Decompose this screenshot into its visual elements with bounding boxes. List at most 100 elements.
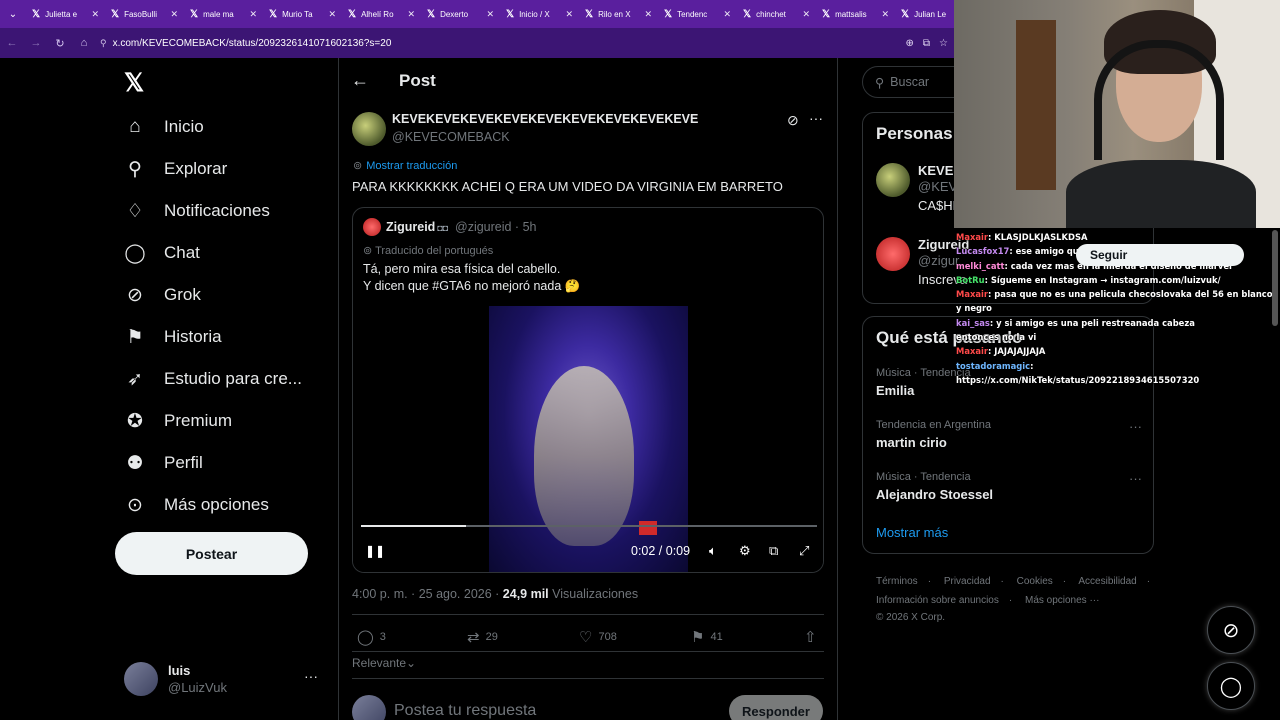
chevron-down-icon: ⌄: [406, 656, 417, 670]
nav-item-más[interactable]: ⊙ Más opciones: [124, 490, 269, 520]
x-logo-icon[interactable]: 𝕏: [124, 68, 144, 98]
reply-action[interactable]: ◯ 3: [357, 628, 386, 646]
more-icon[interactable]: ···: [304, 668, 318, 684]
fullscreen-icon[interactable]: ⤢: [799, 543, 809, 559]
account-switcher[interactable]: luis @LuizVuk ···: [124, 662, 324, 696]
browser-tab[interactable]: 𝕏mattsalis ✕: [816, 0, 895, 28]
tab-list-chevron-icon[interactable]: ⌄: [0, 0, 26, 28]
browser-tab[interactable]: 𝕏 Julietta e ✕: [26, 0, 105, 28]
close-icon[interactable]: ✕: [170, 9, 178, 20]
sort-replies[interactable]: Relevante⌄: [352, 656, 416, 670]
close-icon[interactable]: ✕: [644, 9, 652, 20]
nav-item-inicio[interactable]: ⌂ Inicio: [124, 112, 203, 142]
post-timestamp[interactable]: 4:00 p. m. · 25 ago. 2026 ·: [352, 587, 503, 601]
volume-icon[interactable]: 🔈︎: [709, 543, 717, 559]
bookmark-star-icon[interactable]: ☆: [939, 38, 948, 49]
forward-arrow-icon[interactable]: →: [24, 28, 48, 58]
close-icon[interactable]: ✕: [486, 9, 494, 20]
close-icon[interactable]: ✕: [328, 9, 336, 20]
close-icon[interactable]: ✕: [802, 9, 810, 20]
back-arrow-icon[interactable]: ←: [0, 28, 24, 58]
nav-item-perfil[interactable]: ⚉ Perfil: [124, 448, 202, 478]
footer-link[interactable]: Accesibilidad: [1078, 576, 1136, 587]
more-icon[interactable]: ···: [1129, 419, 1142, 434]
reply-input[interactable]: Postea tu respuesta: [394, 702, 536, 720]
avatar: [876, 237, 910, 271]
suggested-person[interactable]: KEVEK @KEVE CA$HE: [876, 163, 966, 213]
nav-item-explorar[interactable]: ⚲ Explorar: [124, 154, 227, 184]
grok-icon[interactable]: ⊘: [787, 112, 799, 129]
close-icon[interactable]: ✕: [565, 9, 573, 20]
post-button[interactable]: Postear: [115, 532, 308, 575]
reload-icon[interactable]: ↻: [48, 28, 72, 58]
close-icon[interactable]: ✕: [407, 9, 415, 20]
url-field[interactable]: ⚲ x.com/KEVECOMEBACK/status/2092326141071…: [100, 38, 906, 49]
settings-icon[interactable]: ⚙︎: [739, 543, 751, 559]
bookmark-action[interactable]: ⚑ 41: [691, 628, 723, 646]
browser-tab[interactable]: 𝕏 Tendenc ✕: [658, 0, 737, 28]
like-action[interactable]: ♡ 708: [579, 628, 617, 646]
share-action[interactable]: ⇧: [804, 628, 817, 646]
repost-action[interactable]: ⇄ 29: [467, 628, 498, 646]
footer-link[interactable]: Más opciones ···: [1025, 595, 1099, 606]
show-more-link[interactable]: Mostrar más: [876, 525, 948, 540]
search-icon: ⚲: [128, 158, 142, 180]
chat-username: Maxair: [956, 289, 989, 300]
footer-link[interactable]: Cookies: [1017, 576, 1053, 587]
zoom-icon[interactable]: ⊕: [906, 38, 914, 49]
browser-tab[interactable]: 𝕏chinchet ✕: [737, 0, 816, 28]
close-icon[interactable]: ✕: [249, 9, 257, 20]
pause-icon[interactable]: ❚❚: [365, 544, 385, 558]
page-scrollbar[interactable]: [1272, 230, 1278, 326]
browser-tab[interactable]: 𝕏 Rilo en X ✕: [579, 0, 658, 28]
browser-tab[interactable]: 𝕏 FasoBulli ✕: [105, 0, 184, 28]
more-icon[interactable]: ···: [1129, 471, 1142, 486]
trend-item[interactable]: Tendencia en Argentina martin cirio ···: [876, 419, 1146, 450]
browser-tab[interactable]: 𝕏 Inicio / X ✕: [500, 0, 579, 28]
x-logo-icon: 𝕏: [901, 8, 910, 20]
video-progress-bar[interactable]: [361, 525, 817, 527]
close-icon[interactable]: ✕: [881, 9, 889, 20]
quoted-post[interactable]: Zigureid ◘◘ @zigureid · 5h ⊚ Traducido de…: [352, 207, 824, 573]
reply-button[interactable]: Responder: [729, 695, 823, 720]
nav-item-chat[interactable]: ◯ Chat: [124, 238, 200, 268]
separator: ·: [927, 576, 932, 587]
pip-icon[interactable]: ⧉: [769, 543, 778, 559]
install-icon[interactable]: ⧉: [923, 38, 930, 49]
back-arrow-icon[interactable]: ←: [351, 70, 369, 91]
nav-item-notificaciones[interactable]: ♢ Notificaciones: [124, 196, 269, 226]
grok-icon: ⊘: [127, 284, 143, 306]
close-icon[interactable]: ✕: [723, 9, 731, 20]
author-name[interactable]: KEVEKEVEKEVEKEVEKEVEKEVEKEVEKEVEKEVE: [392, 112, 698, 126]
author-avatar[interactable]: [352, 112, 386, 146]
follow-button[interactable]: Seguir: [1076, 244, 1244, 266]
author-handle[interactable]: @KEVECOMEBACK: [392, 130, 510, 144]
browser-tab[interactable]: 𝕏 Alhelí Ro ✕: [342, 0, 421, 28]
tab-label: Dexerto: [440, 9, 469, 19]
globe-icon: ⊚: [363, 245, 376, 257]
nav-item-estudio[interactable]: ➶ Estudio para cre...: [124, 364, 302, 394]
chat-message: entonces no la vi: [956, 330, 1276, 344]
browser-tab[interactable]: 𝕏 Murio Ta ✕: [263, 0, 342, 28]
nav-item-premium[interactable]: ✪ Premium: [124, 406, 232, 436]
video-player[interactable]: ❚❚ 0:02 / 0:09 🔈︎ ⚙︎ ⧉ ⤢: [353, 306, 823, 572]
footer-link[interactable]: Información sobre anuncios: [876, 595, 999, 606]
home-icon[interactable]: ⌂: [72, 28, 96, 58]
account-handle: @LuizVuk: [168, 680, 227, 695]
footer-link[interactable]: Términos: [876, 576, 918, 587]
translate-link[interactable]: ⊚ Mostrar traducción: [353, 159, 457, 172]
messages-fab-button[interactable]: ◯: [1207, 662, 1255, 710]
browser-tab[interactable]: 𝕏male ma ✕: [184, 0, 263, 28]
chat-text: : pasa que no es una pelicula checoslova…: [956, 289, 1273, 314]
footer-link[interactable]: Privacidad: [944, 576, 991, 587]
site-info-icon[interactable]: ⚲: [100, 38, 107, 48]
trend-context: Tendencia en Argentina: [876, 419, 991, 431]
nav-item-historia[interactable]: ⚑ Historia: [124, 322, 221, 352]
browser-tab[interactable]: 𝕏 Dexerto ✕: [421, 0, 500, 28]
nav-item-grok[interactable]: ⊘ Grok: [124, 280, 201, 310]
chat-message: https://x.com/NikTek/status/209221893461…: [956, 373, 1276, 387]
more-icon[interactable]: ···: [809, 110, 823, 126]
close-icon[interactable]: ✕: [91, 9, 99, 20]
trend-item[interactable]: Música · Tendencia Alejandro Stoessel ···: [876, 471, 1146, 502]
grok-fab-button[interactable]: ⊘: [1207, 606, 1255, 654]
